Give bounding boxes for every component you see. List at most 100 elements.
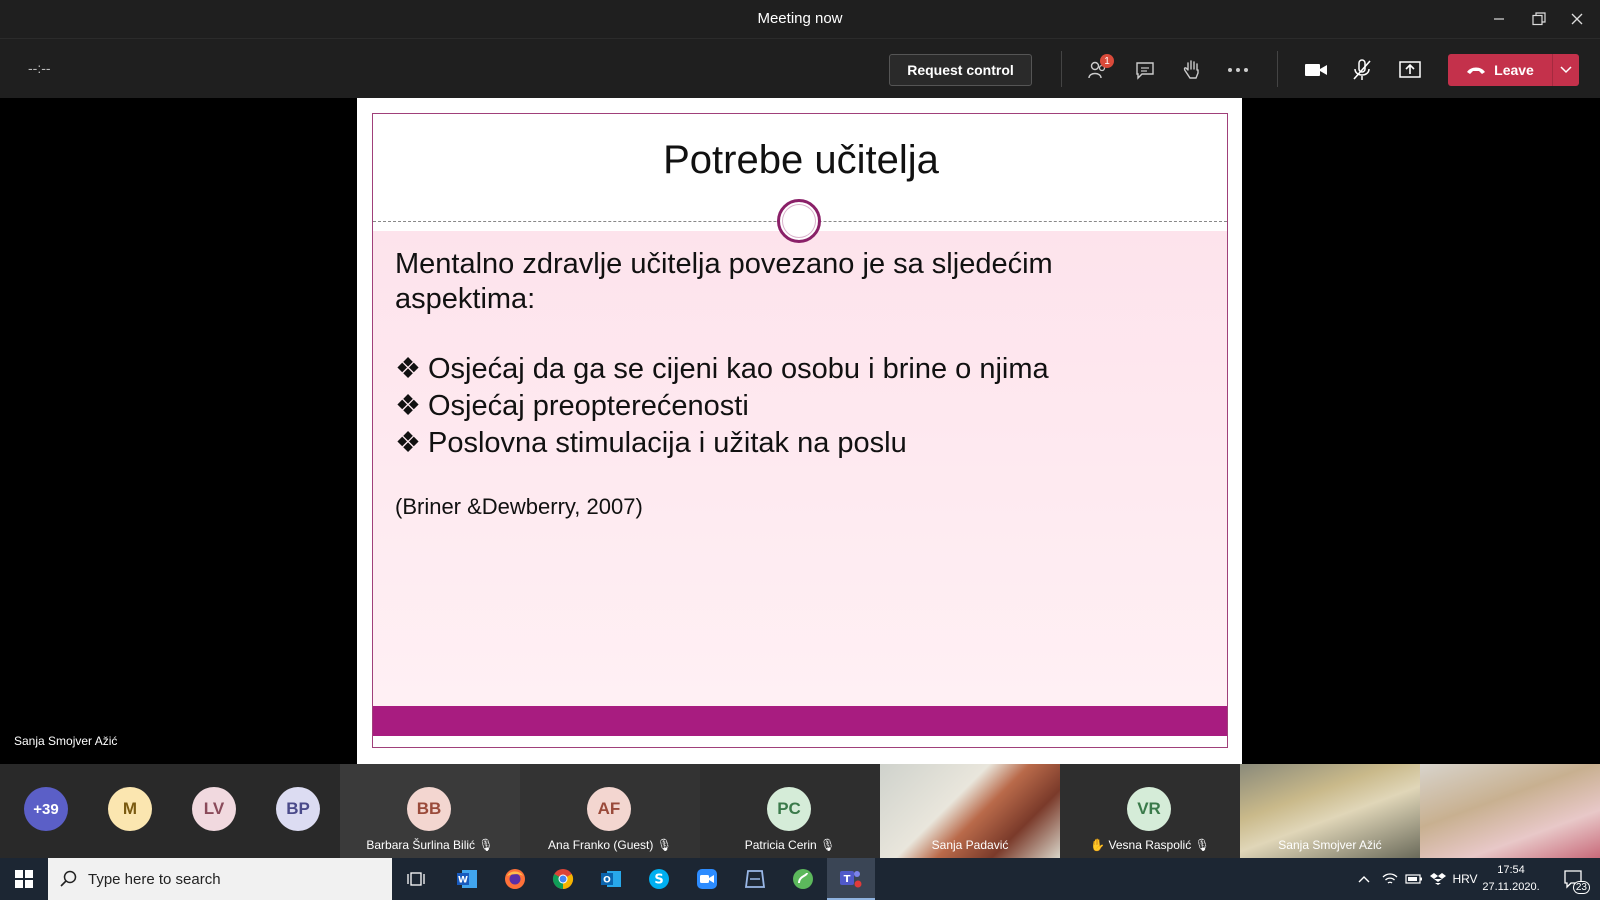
task-view-icon — [407, 872, 425, 886]
show-hidden-icons-button[interactable] — [1352, 858, 1376, 900]
participant-name: Sanja Smojver Ažić — [1278, 838, 1382, 852]
slide-bullet: ❖ Osjećaj preopterećenosti — [395, 388, 1049, 425]
firefox-icon — [505, 869, 525, 889]
clock-time: 17:54 — [1497, 864, 1525, 876]
chrome-icon — [552, 869, 574, 890]
raise-hand-icon — [1183, 60, 1199, 79]
bullet-text: Osjećaj preopterećenosti — [428, 390, 749, 422]
participant-video-tile[interactable]: Sanja Smojver Ažić — [1240, 764, 1420, 858]
avatar[interactable]: BP — [276, 787, 320, 831]
slide-bullet: ❖ Osjećaj da ga se cijeni kao osobu i bri… — [395, 351, 1049, 388]
taskbar-app-firefox[interactable] — [491, 858, 539, 900]
meeting-timer: --:-- — [28, 60, 51, 76]
svg-text:W: W — [458, 876, 468, 886]
participant-tile[interactable]: VR ✋ Vesna Raspolić 🎙︎ — [1060, 764, 1240, 858]
request-control-button[interactable]: Request control — [889, 54, 1032, 86]
more-icon — [1228, 68, 1248, 72]
avatar[interactable]: M — [108, 787, 152, 831]
hang-up-icon — [1467, 67, 1486, 74]
mic-muted-icon: 🎙︎ — [656, 838, 672, 852]
window-title: Meeting now — [757, 10, 843, 27]
meeting-toolbar: --:-- Request control 1 Leave — [0, 38, 1600, 98]
more-actions-button[interactable] — [1222, 54, 1254, 86]
title-bar: Meeting now — [0, 0, 1600, 38]
camera-icon — [1305, 64, 1327, 76]
bullet-text: Osjećaj da ga se cijeni kao osobu i brin… — [428, 353, 1049, 385]
participant-name: Patricia Cerin 🎙︎ — [744, 838, 836, 852]
task-view-button[interactable] — [392, 858, 440, 900]
avatar: BB — [407, 787, 451, 831]
share-screen-button[interactable] — [1394, 54, 1426, 86]
app-icon — [793, 869, 813, 889]
bullet-diamond-icon: ❖ — [395, 390, 421, 422]
taskbar-app-outlook[interactable]: O — [587, 858, 635, 900]
taskbar-clock[interactable]: 17:54 27.11.2020. — [1478, 862, 1544, 896]
overflow-participants-button[interactable]: +39 — [24, 787, 68, 831]
participants-button[interactable]: 1 — [1082, 54, 1114, 86]
taskbar-search-box[interactable]: Type here to search — [48, 858, 392, 900]
bullet-text: Poslovna stimulacija i užitak na poslu — [428, 427, 907, 459]
leave-meeting: Leave — [1448, 54, 1579, 86]
taskbar-app-teams[interactable]: T — [827, 858, 875, 900]
input-language[interactable]: HRV — [1450, 858, 1480, 900]
mic-muted-icon: 🎙︎ — [820, 838, 836, 852]
taskbar-app-word[interactable]: W — [443, 858, 491, 900]
minimize-icon — [1494, 18, 1504, 20]
close-window-button[interactable] — [1554, 0, 1600, 38]
taskbar-app-green[interactable] — [779, 858, 827, 900]
battery-icon — [1405, 874, 1422, 884]
raise-hand-button[interactable] — [1176, 54, 1208, 86]
avatar: AF — [587, 787, 631, 831]
windows-taskbar: Type here to search W O S T HRV 17:54 27… — [0, 858, 1600, 900]
participant-tile[interactable]: AF Ana Franko (Guest) 🎙︎ — [520, 764, 700, 858]
leave-options-dropdown[interactable] — [1552, 54, 1579, 86]
shared-content-stage: Potrebe učitelja Mentalno zdravlje učite… — [0, 98, 1600, 764]
search-icon — [60, 870, 77, 887]
slide-body: Mentalno zdravlje učitelja povezano je s… — [373, 231, 1227, 706]
raised-hand-icon: ✋ — [1090, 838, 1106, 852]
clock-date: 27.11.2020. — [1482, 881, 1540, 893]
participant-strip: +39 M LV BP BB Barbara Šurlina Bilić 🎙︎ … — [0, 764, 1600, 858]
participant-name: Ana Franko (Guest) 🎙︎ — [548, 838, 672, 852]
taskbar-app-store[interactable] — [731, 858, 779, 900]
dropbox-icon — [1430, 873, 1446, 885]
svg-text:O: O — [603, 876, 611, 886]
share-screen-icon — [1399, 61, 1421, 78]
camera-button[interactable] — [1300, 54, 1332, 86]
participant-video-tile[interactable]: Sanja Padavić — [880, 764, 1060, 858]
start-button[interactable] — [0, 858, 48, 900]
avatar: PC — [767, 787, 811, 831]
chat-button[interactable] — [1129, 54, 1161, 86]
dropbox-button[interactable] — [1426, 858, 1450, 900]
taskbar-app-zoom[interactable] — [683, 858, 731, 900]
presenter-name: Sanja Smojver Ažić — [14, 734, 118, 748]
shared-slide[interactable]: Potrebe učitelja Mentalno zdravlje učite… — [357, 98, 1242, 764]
network-button[interactable] — [1378, 858, 1402, 900]
avatar: VR — [1127, 787, 1171, 831]
battery-button[interactable] — [1402, 858, 1426, 900]
bullet-diamond-icon: ❖ — [395, 353, 421, 385]
word-icon: W — [457, 870, 477, 888]
toolbar-divider — [1277, 51, 1278, 87]
taskbar-app-chrome[interactable] — [539, 858, 587, 900]
self-video-tile[interactable] — [1420, 764, 1600, 858]
mic-muted-icon — [1353, 59, 1371, 80]
slide-frame: Potrebe učitelja Mentalno zdravlje učite… — [372, 113, 1228, 748]
leave-button[interactable]: Leave — [1448, 54, 1552, 86]
windows-logo-icon — [15, 870, 33, 888]
action-center-button[interactable]: 23 — [1554, 858, 1594, 900]
microphone-button[interactable] — [1346, 54, 1378, 86]
mic-muted-icon: 🎙︎ — [1194, 838, 1210, 852]
skype-icon: S — [649, 869, 669, 889]
svg-text:S: S — [654, 873, 663, 888]
teams-icon: T — [840, 871, 862, 888]
wifi-icon — [1382, 873, 1398, 884]
participant-name: Sanja Padavić — [931, 838, 1009, 852]
chat-icon — [1136, 62, 1154, 80]
taskbar-app-skype[interactable]: S — [635, 858, 683, 900]
slide-intro: Mentalno zdravlje učitelja povezano je s… — [395, 248, 1053, 315]
avatar[interactable]: LV — [192, 787, 236, 831]
participant-tile[interactable]: PC Patricia Cerin 🎙︎ — [700, 764, 880, 858]
participant-tile[interactable]: BB Barbara Šurlina Bilić 🎙︎ — [340, 764, 520, 858]
slide-citation: (Briner &Dewberry, 2007) — [395, 494, 643, 519]
